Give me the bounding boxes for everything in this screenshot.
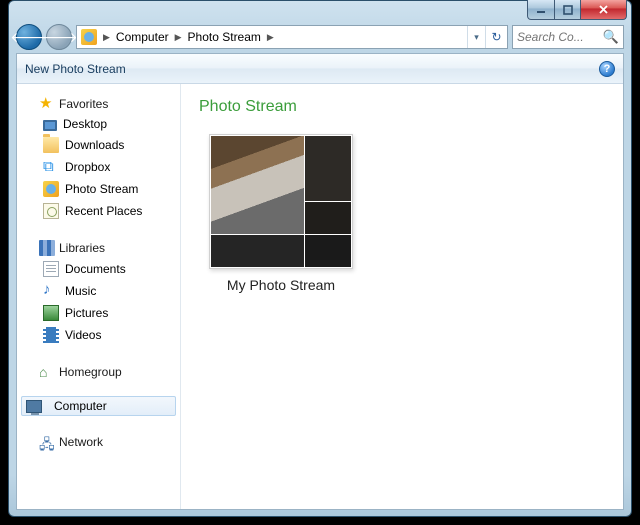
nav-recent[interactable]: Recent Places: [17, 200, 180, 222]
titlebar[interactable]: [9, 1, 631, 21]
chevron-right-icon[interactable]: ▶: [101, 32, 112, 43]
nav-downloads[interactable]: Downloads: [17, 134, 180, 156]
libraries-icon: [39, 240, 55, 256]
network-icon: 🖧: [39, 434, 55, 450]
address-dropdown[interactable]: ▾: [467, 26, 485, 48]
search-box[interactable]: 🔍: [512, 25, 624, 49]
nav-music[interactable]: ♪Music: [17, 280, 180, 302]
photo-stream-icon: [43, 181, 59, 197]
videos-icon: [43, 327, 59, 343]
refresh-button[interactable]: ↻: [485, 26, 507, 48]
search-input[interactable]: [517, 30, 597, 44]
dropbox-icon: ⧉: [43, 159, 59, 175]
desktop-icon: [43, 120, 57, 131]
help-button[interactable]: ?: [599, 61, 615, 77]
content-pane: Photo Stream My Photo Stream: [181, 84, 623, 509]
close-button[interactable]: [581, 0, 627, 20]
new-photo-stream-button[interactable]: New Photo Stream: [25, 62, 126, 76]
nav-network[interactable]: 🖧Network: [17, 430, 180, 452]
nav-bar: 🡐 🡒 ▶ Computer ▶ Photo Stream ▶ ▾ ↻ 🔍: [16, 21, 624, 53]
breadcrumb-root[interactable]: Computer: [112, 26, 173, 48]
nav-desktop[interactable]: Desktop: [17, 114, 180, 134]
libraries-label: Libraries: [59, 241, 105, 255]
explorer-window: 🡐 🡒 ▶ Computer ▶ Photo Stream ▶ ▾ ↻ 🔍 Ne…: [8, 0, 632, 517]
nav-documents[interactable]: Documents: [17, 258, 180, 280]
star-icon: ★: [39, 96, 55, 112]
homegroup-icon: ⌂: [39, 364, 55, 380]
page-title: Photo Stream: [199, 98, 605, 116]
back-button[interactable]: 🡐: [16, 24, 42, 50]
nav-computer[interactable]: Computer: [21, 396, 176, 416]
nav-pictures[interactable]: Pictures: [17, 302, 180, 324]
address-bar[interactable]: ▶ Computer ▶ Photo Stream ▶ ▾ ↻: [76, 25, 508, 49]
chevron-right-icon[interactable]: ▶: [265, 32, 276, 43]
computer-icon: [26, 400, 42, 413]
chevron-right-icon[interactable]: ▶: [173, 32, 184, 43]
breadcrumb-current[interactable]: Photo Stream: [184, 26, 265, 48]
album-thumbnail: [209, 134, 353, 269]
nav-dropbox[interactable]: ⧉Dropbox: [17, 156, 180, 178]
folder-icon: [43, 137, 59, 153]
pictures-icon: [43, 305, 59, 321]
navigation-pane: ★ Favorites Desktop Downloads ⧉Dropbox Ph…: [17, 84, 181, 509]
music-icon: ♪: [43, 283, 59, 299]
album-item[interactable]: My Photo Stream: [199, 134, 363, 293]
nav-photo-stream[interactable]: Photo Stream: [17, 178, 180, 200]
command-bar: New Photo Stream ?: [17, 54, 623, 84]
minimize-button[interactable]: [527, 0, 555, 20]
album-title: My Photo Stream: [199, 277, 363, 293]
recent-icon: [43, 203, 59, 219]
search-icon[interactable]: 🔍: [603, 29, 619, 45]
nav-videos[interactable]: Videos: [17, 324, 180, 346]
favorites-label: Favorites: [59, 97, 108, 111]
libraries-header[interactable]: Libraries: [17, 236, 180, 258]
document-icon: [43, 261, 59, 277]
favorites-header[interactable]: ★ Favorites: [17, 92, 180, 114]
window-controls: [527, 0, 627, 20]
maximize-button[interactable]: [555, 0, 581, 20]
forward-button[interactable]: 🡒: [46, 24, 72, 50]
location-icon: [81, 29, 97, 45]
client-area: New Photo Stream ? ★ Favorites Desktop Do…: [16, 53, 624, 510]
nav-homegroup[interactable]: ⌂Homegroup: [17, 360, 180, 382]
